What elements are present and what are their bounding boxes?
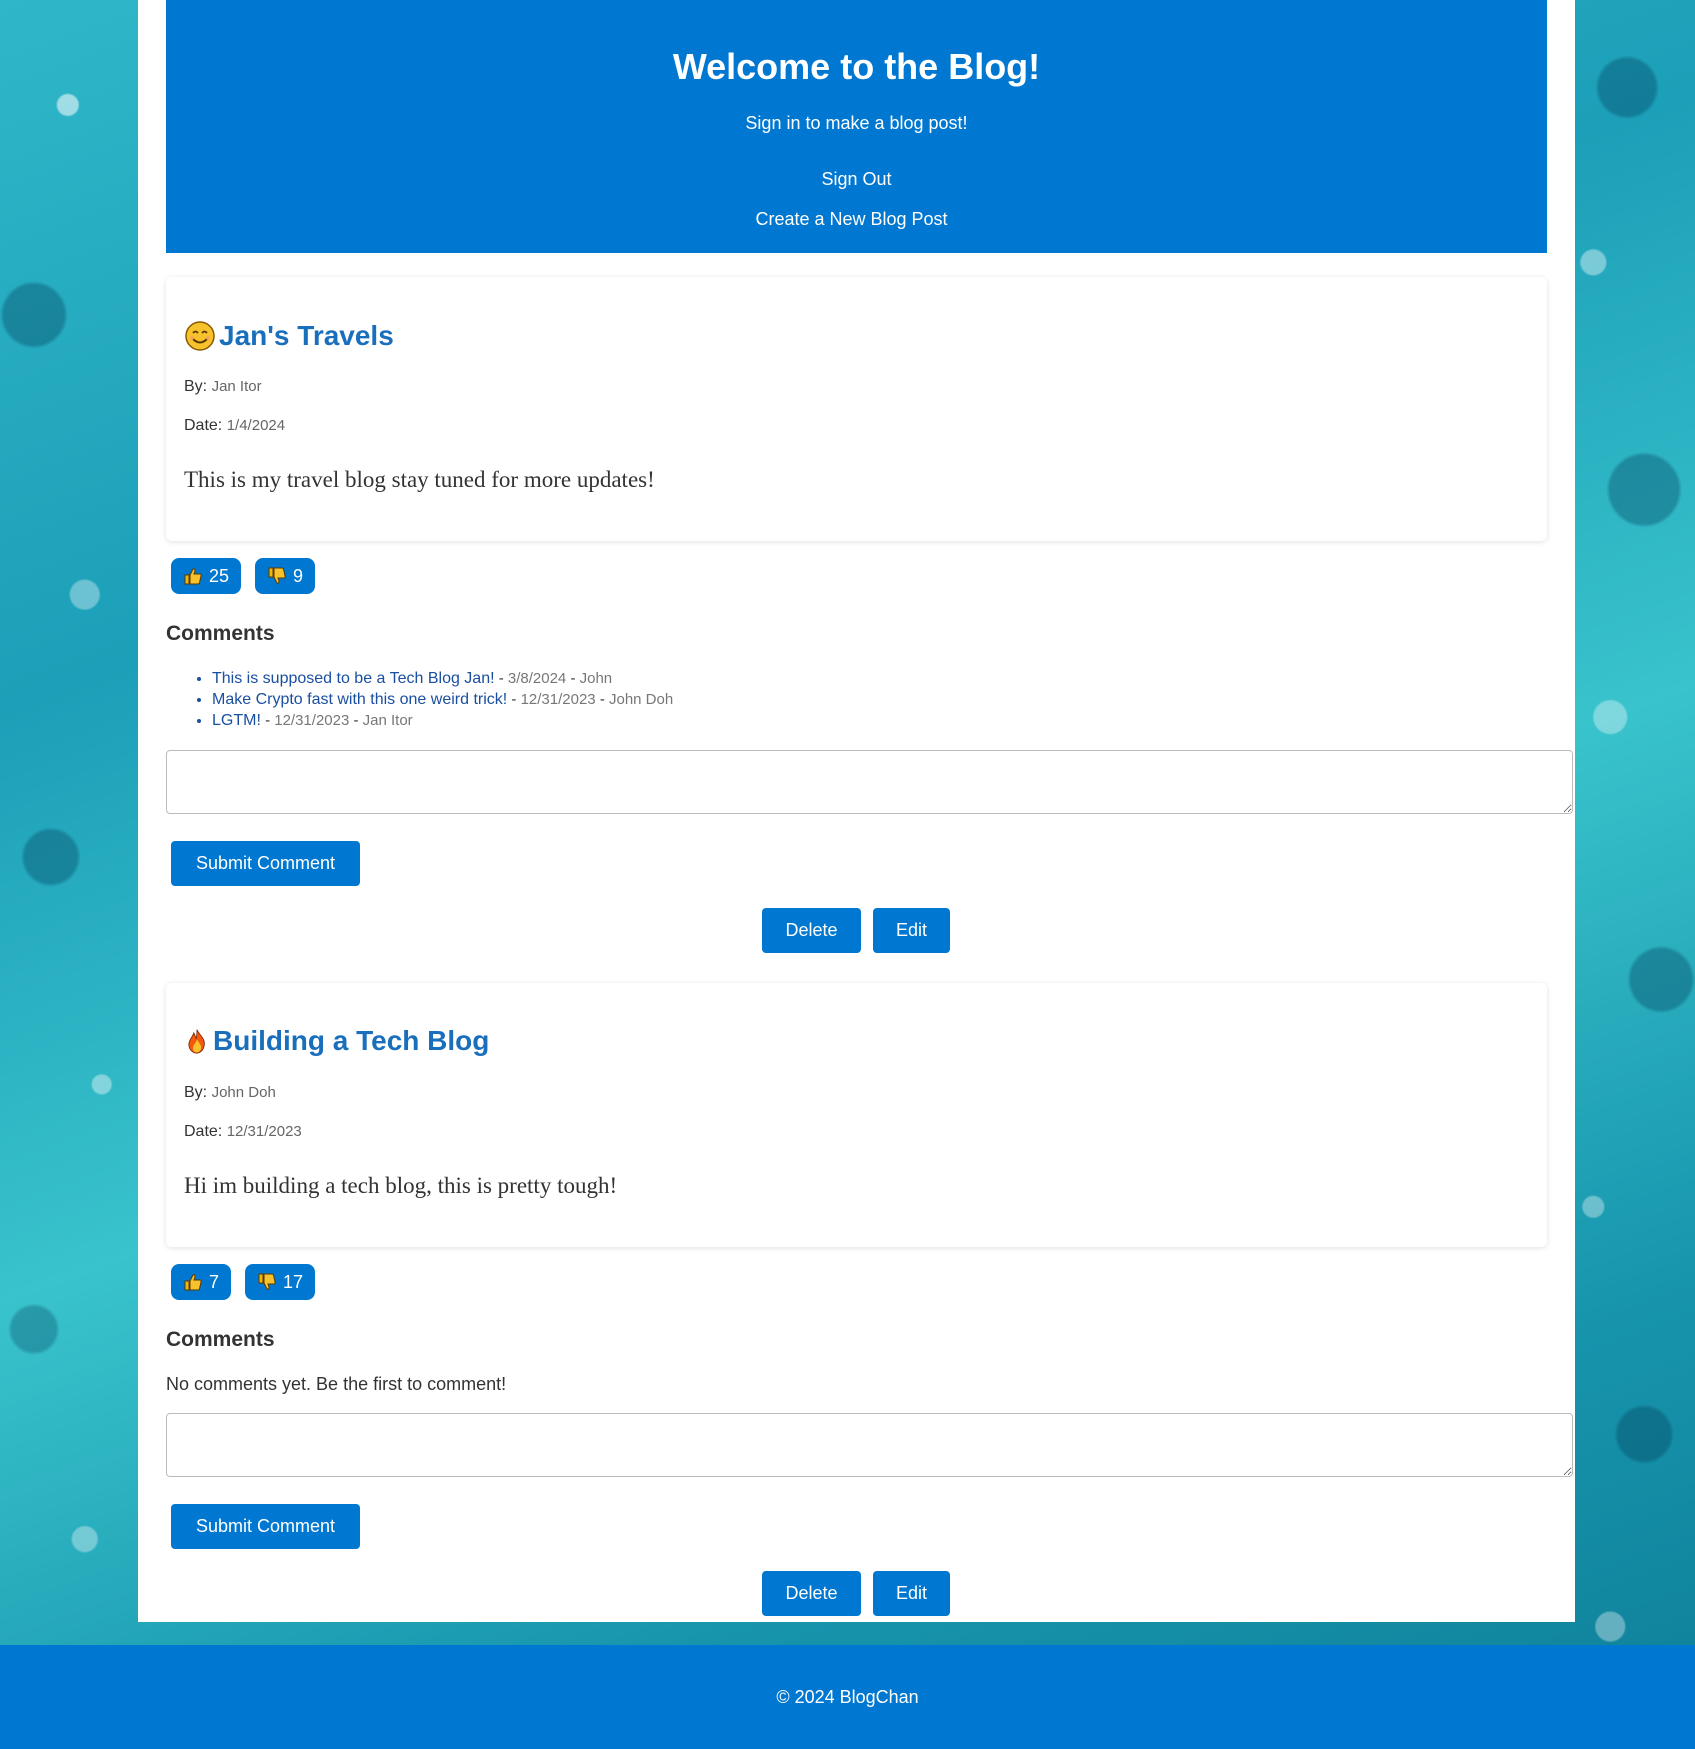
comments-heading: Comments: [166, 622, 275, 645]
post-date: Date: 12/31/2023: [184, 1123, 302, 1141]
dislike-button[interactable]: 17: [245, 1264, 316, 1300]
list-item: This is supposed to be a Tech Blog Jan! …: [212, 668, 673, 689]
post-title-text: Building a Tech Blog: [213, 1025, 490, 1056]
thumbs-down-icon: [268, 567, 286, 584]
thumbs-down-icon: [258, 1273, 276, 1290]
post-card: Building a Tech Blog By: John Doh Date: …: [166, 983, 1547, 1247]
post-card: Jan's Travels By: Jan Itor Date: 1/4/202…: [166, 277, 1547, 541]
date-value: 1/4/2024: [226, 417, 286, 434]
comment-text: This is supposed to be a Tech Blog Jan!: [212, 670, 495, 687]
comment-date: 3/8/2024: [507, 670, 567, 687]
thumbs-up-icon: [184, 568, 202, 585]
copyright-text: © 2024 BlogChan: [776, 1687, 919, 1707]
post-body: Hi im building a tech blog, this is pret…: [184, 1173, 618, 1198]
list-item: LGTM! - 12/31/2023 - Jan Itor: [212, 710, 673, 731]
post-body: This is my travel blog stay tuned for mo…: [184, 467, 655, 492]
footer: © 2024 BlogChan: [0, 1645, 1695, 1749]
like-count: 7: [209, 1271, 220, 1292]
comment-input[interactable]: [166, 750, 1573, 814]
comment-separator: -: [498, 670, 504, 687]
edit-button[interactable]: Edit: [873, 1571, 950, 1616]
like-button[interactable]: 25: [171, 558, 242, 594]
page-title: Welcome to the Blog!: [672, 46, 1041, 87]
comment-date: 12/31/2023: [274, 712, 350, 729]
submit-comment-button[interactable]: Submit Comment: [171, 1504, 360, 1549]
no-comments-message: No comments yet. Be the first to comment…: [166, 1374, 507, 1394]
post-title[interactable]: Jan's Travels: [184, 320, 394, 352]
like-count: 25: [209, 565, 230, 586]
post-author: By: John Doh: [184, 1084, 276, 1102]
create-post-link[interactable]: Create a New Blog Post: [156, 209, 1547, 230]
author-label: By:: [184, 1084, 208, 1101]
author-value: Jan Itor: [211, 378, 262, 395]
author-value: John Doh: [211, 1084, 276, 1101]
delete-button[interactable]: Delete: [762, 908, 861, 953]
comment-separator: -: [511, 691, 517, 708]
sign-out-link[interactable]: Sign Out: [166, 169, 1547, 190]
comment-text: Make Crypto fast with this one weird tri…: [212, 691, 508, 708]
comment-separator: -: [599, 691, 605, 708]
dislike-button[interactable]: 9: [255, 558, 316, 594]
comment-author: John Doh: [608, 691, 674, 708]
blog-header: Welcome to the Blog! Sign in to make a b…: [166, 0, 1547, 253]
comment-separator: -: [570, 670, 576, 687]
delete-button[interactable]: Delete: [762, 1571, 861, 1616]
post-author: By: Jan Itor: [184, 378, 262, 396]
fire-icon: [188, 1029, 205, 1054]
thumbs-up-icon: [184, 1274, 202, 1291]
comment-author: John: [579, 670, 613, 687]
author-label: By:: [184, 378, 208, 395]
sign-in-prompt: Sign in to make a blog post!: [745, 113, 968, 133]
dislike-count: 9: [293, 565, 304, 586]
smiling-face-icon: [185, 321, 215, 351]
comment-list: This is supposed to be a Tech Blog Jan! …: [212, 668, 673, 731]
page-card: Welcome to the Blog! Sign in to make a b…: [138, 0, 1575, 1622]
like-button[interactable]: 7: [171, 1264, 232, 1300]
dislike-count: 17: [283, 1271, 304, 1292]
date-label: Date:: [184, 1123, 223, 1140]
comment-text: LGTM!: [212, 712, 261, 729]
comments-heading: Comments: [166, 1328, 275, 1351]
comment-author: Jan Itor: [362, 712, 413, 729]
comment-separator: -: [265, 712, 271, 729]
date-value: 12/31/2023: [226, 1123, 302, 1140]
post-date: Date: 1/4/2024: [184, 417, 285, 435]
comment-input[interactable]: [166, 1413, 1573, 1477]
comment-date: 12/31/2023: [520, 691, 596, 708]
date-label: Date:: [184, 417, 223, 434]
list-item: Make Crypto fast with this one weird tri…: [212, 689, 673, 710]
post-title-text: Jan's Travels: [219, 320, 394, 351]
comment-separator: -: [353, 712, 359, 729]
edit-button[interactable]: Edit: [873, 908, 950, 953]
post-title[interactable]: Building a Tech Blog: [184, 1025, 489, 1057]
submit-comment-button[interactable]: Submit Comment: [171, 841, 360, 886]
